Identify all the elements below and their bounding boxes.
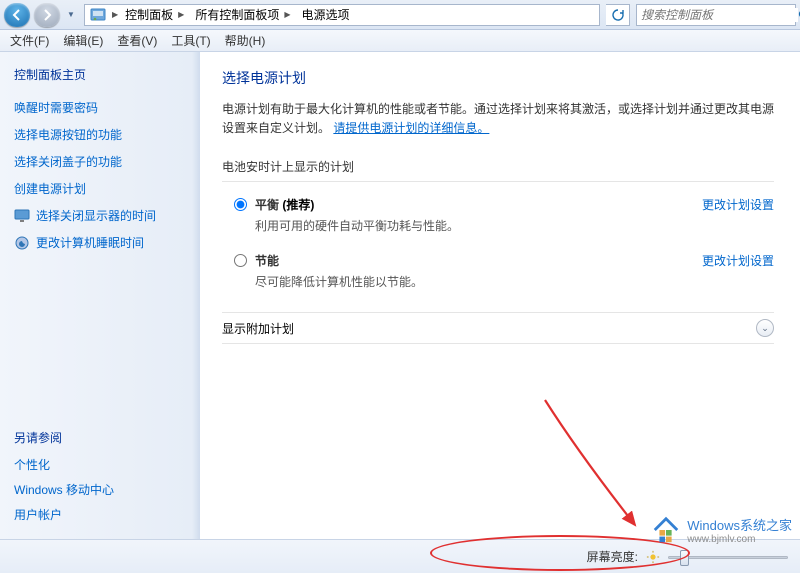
sidebar-link-create-plan[interactable]: 创建电源计划 <box>14 180 186 197</box>
menu-bar: 文件(F) 编辑(E) 查看(V) 工具(T) 帮助(H) <box>0 30 800 52</box>
power-plan-row: 节能 尽可能降低计算机性能以节能。 更改计划设置 <box>222 248 774 304</box>
see-also-section: 另请参阅 个性化 Windows 移动中心 用户帐户 <box>14 429 184 523</box>
plan-description: 尽可能降低计算机性能以节能。 <box>255 273 423 290</box>
refresh-button[interactable] <box>606 4 630 26</box>
see-also-user-accounts[interactable]: 用户帐户 <box>14 506 184 523</box>
page-description: 电源计划有助于最大化计算机的性能或者节能。通过选择计划来将其激活，或选择计划并通… <box>222 100 774 138</box>
breadcrumb-segment[interactable]: 控制面板▶ <box>121 5 191 25</box>
window-titlebar: ▼ ▶ 控制面板▶ 所有控制面板项▶ 电源选项 <box>0 0 800 30</box>
search-input[interactable] <box>641 8 798 22</box>
chevron-right-icon: ▶ <box>281 10 293 19</box>
sidebar-link-power-button[interactable]: 选择电源按钮的功能 <box>14 126 186 143</box>
menu-file[interactable]: 文件(F) <box>4 30 55 51</box>
plan-radio-saver[interactable] <box>234 254 247 267</box>
bottom-bar: 屏幕亮度: <box>0 539 800 573</box>
plan-name: 平衡 <box>255 198 279 212</box>
brightness-slider[interactable] <box>668 548 788 566</box>
power-plan-row: 平衡 (推荐) 利用可用的硬件自动平衡功耗与性能。 更改计划设置 <box>222 192 774 248</box>
brightness-label: 屏幕亮度: <box>587 548 638 565</box>
expander-label: 显示附加计划 <box>222 320 294 337</box>
slider-thumb[interactable] <box>680 550 689 566</box>
sidebar-link-display-off-time[interactable]: 选择关闭显示器的时间 <box>36 207 156 224</box>
refresh-icon <box>612 9 624 21</box>
plan-details-link[interactable]: 请提供电源计划的详细信息。 <box>333 121 489 135</box>
see-also-personalization[interactable]: 个性化 <box>14 456 184 473</box>
menu-view[interactable]: 查看(V) <box>111 30 163 51</box>
breadcrumb-segment[interactable]: 电源选项 <box>298 5 354 25</box>
see-also-title: 另请参阅 <box>14 429 184 446</box>
sidebar-link-close-lid[interactable]: 选择关闭盖子的功能 <box>14 153 186 170</box>
page-title: 选择电源计划 <box>222 68 774 88</box>
main-content: 选择电源计划 电源计划有助于最大化计算机的性能或者节能。通过选择计划来将其激活，… <box>200 52 800 539</box>
control-panel-icon <box>90 7 106 23</box>
nav-back-button[interactable] <box>4 3 30 27</box>
plan-group-title: 电池安时计上显示的计划 <box>222 152 774 182</box>
breadcrumb[interactable]: ▶ 控制面板▶ 所有控制面板项▶ 电源选项 <box>84 4 600 26</box>
search-box[interactable] <box>636 4 796 26</box>
monitor-icon <box>14 208 30 224</box>
menu-tools[interactable]: 工具(T) <box>165 30 216 51</box>
sidebar-home-link[interactable]: 控制面板主页 <box>14 66 186 83</box>
chevron-right-icon: ▶ <box>109 10 121 19</box>
chevron-down-icon: ⌄ <box>756 319 774 337</box>
plan-description: 利用可用的硬件自动平衡功耗与性能。 <box>255 217 459 234</box>
menu-help[interactable]: 帮助(H) <box>219 30 272 51</box>
arrow-left-icon <box>11 9 23 21</box>
sun-low-icon <box>646 550 660 564</box>
chevron-right-icon: ▶ <box>175 10 187 19</box>
plan-name: 节能 <box>255 254 279 268</box>
arrow-right-icon <box>41 9 53 21</box>
change-plan-settings-link[interactable]: 更改计划设置 <box>702 198 774 212</box>
plan-recommended-tag: (推荐) <box>279 198 314 212</box>
nav-forward-button[interactable] <box>34 3 60 27</box>
sidebar-link-require-password[interactable]: 唤醒时需要密码 <box>14 99 186 116</box>
plan-radio-balanced[interactable] <box>234 198 247 211</box>
menu-edit[interactable]: 编辑(E) <box>57 30 109 51</box>
see-also-mobility-center[interactable]: Windows 移动中心 <box>14 481 184 498</box>
change-plan-settings-link[interactable]: 更改计划设置 <box>702 254 774 268</box>
nav-history-dropdown[interactable]: ▼ <box>64 3 78 27</box>
sleep-icon <box>14 235 30 251</box>
sidebar-link-sleep-time[interactable]: 更改计算机睡眠时间 <box>36 234 144 251</box>
breadcrumb-segment[interactable]: 所有控制面板项▶ <box>191 5 297 25</box>
show-additional-plans-expander[interactable]: 显示附加计划 ⌄ <box>222 312 774 344</box>
